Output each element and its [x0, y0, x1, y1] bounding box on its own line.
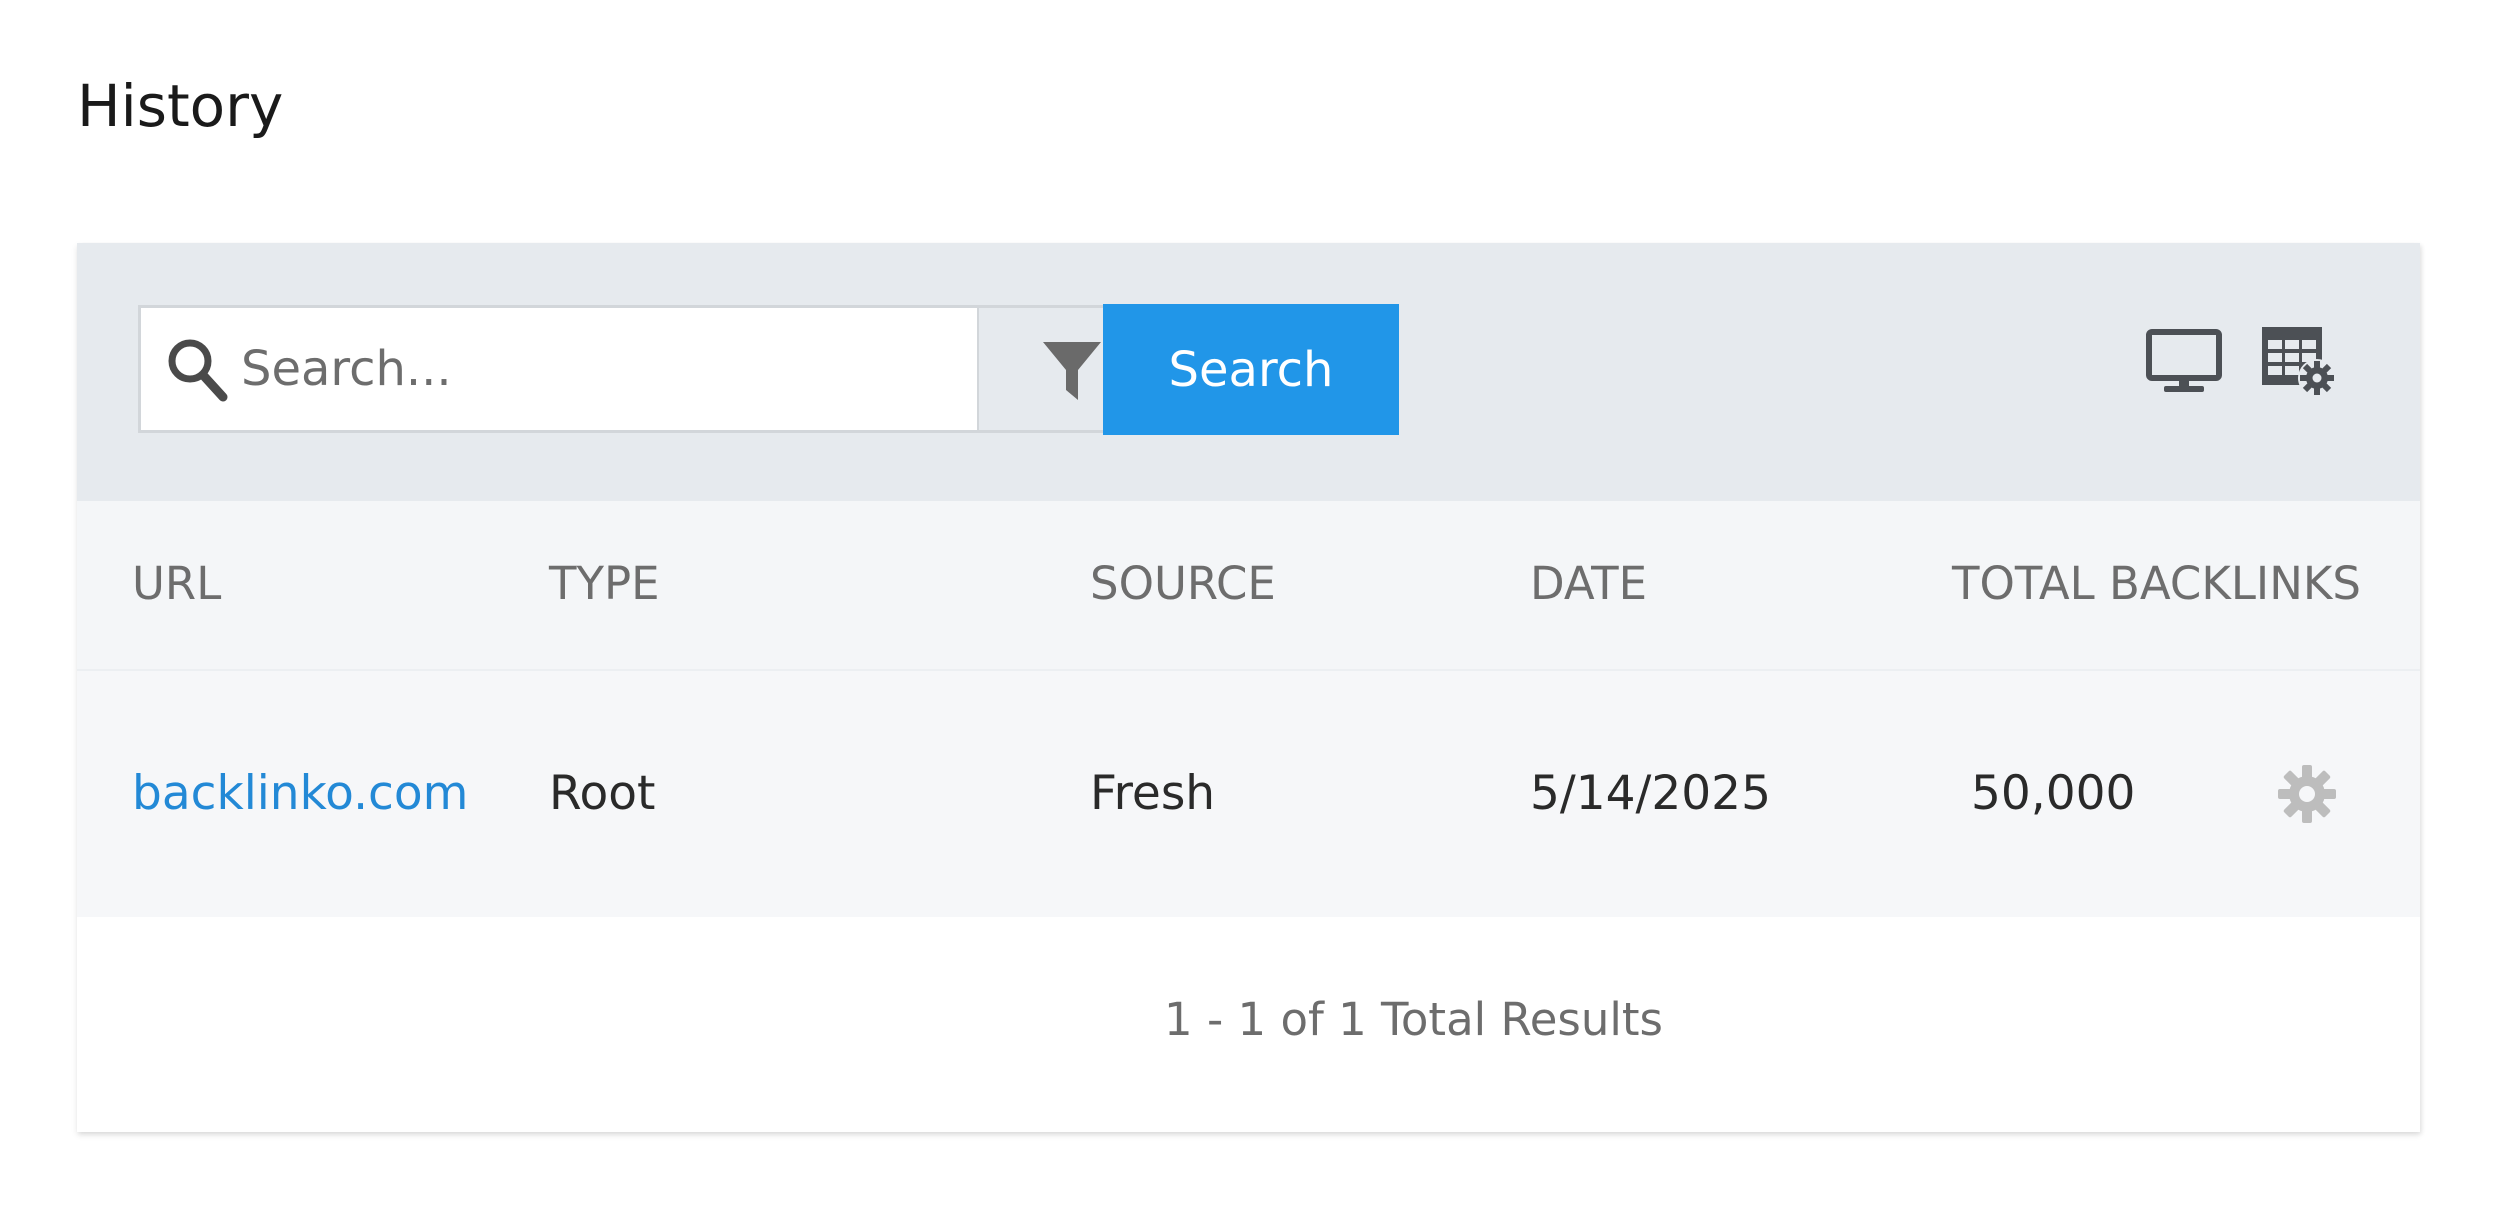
search-icon — [168, 339, 228, 402]
source-cell: Fresh — [1090, 766, 1216, 821]
search-button[interactable]: Search — [1103, 304, 1399, 435]
table-row: backlinko.com Root Fresh 5/14/2025 50,00… — [77, 671, 2420, 917]
filter-icon — [1043, 342, 1101, 400]
column-header-date[interactable]: DATE — [1530, 501, 1647, 667]
gear-icon[interactable] — [2276, 763, 2338, 825]
table-toolbar: Search — [77, 243, 2420, 501]
url-link[interactable]: backlinko.com — [132, 671, 468, 917]
page-title: History — [77, 72, 284, 140]
total-backlinks-cell: 50,000 — [1971, 766, 2136, 821]
column-header-total-backlinks[interactable]: TOTAL BACKLINKS — [1952, 501, 2361, 667]
table-footer: 1 - 1 of 1 Total Results — [77, 917, 2420, 1132]
column-header-type[interactable]: TYPE — [549, 501, 660, 667]
type-cell: Root — [549, 766, 656, 821]
column-header-source[interactable]: SOURCE — [1090, 501, 1276, 667]
search-box — [138, 305, 1160, 433]
search-input[interactable] — [241, 326, 891, 412]
table-header: URL TYPE SOURCE DATE TOTAL BACKLINKS — [77, 501, 2420, 671]
column-header-url[interactable]: URL — [132, 501, 221, 667]
table-settings-icon[interactable] — [2260, 325, 2338, 399]
date-cell: 5/14/2025 — [1530, 766, 1771, 821]
history-panel: Search URL — [77, 243, 2420, 1132]
results-summary: 1 - 1 of 1 Total Results — [1164, 993, 1663, 1046]
monitor-icon[interactable] — [2146, 329, 2222, 395]
